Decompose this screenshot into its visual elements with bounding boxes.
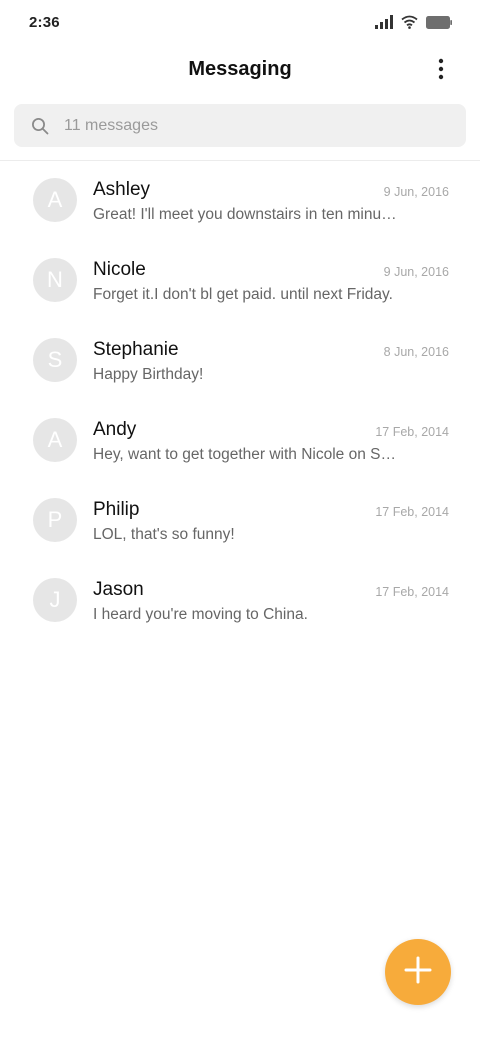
page-title: Messaging xyxy=(188,58,292,80)
plus-icon xyxy=(404,956,432,989)
contact-name: Ashley xyxy=(93,179,151,200)
conversation-item[interactable]: S Stephanie 8 Jun, 2016 Happy Birthday! xyxy=(0,320,480,400)
message-date: 9 Jun, 2016 xyxy=(383,265,449,279)
conversation-item[interactable]: A Ashley 9 Jun, 2016 Great! I'll meet yo… xyxy=(0,160,480,240)
conversation-item[interactable]: J Jason 17 Feb, 2014 I heard you're movi… xyxy=(0,560,480,640)
status-bar: 2:36 xyxy=(0,0,480,44)
message-date: 17 Feb, 2014 xyxy=(375,425,449,439)
conversation-list: A Ashley 9 Jun, 2016 Great! I'll meet yo… xyxy=(0,160,480,640)
message-date: 17 Feb, 2014 xyxy=(375,585,449,599)
status-icons xyxy=(375,15,452,29)
search-input[interactable] xyxy=(64,116,424,135)
signal-icon xyxy=(375,15,393,29)
avatar: J xyxy=(33,578,77,622)
contact-name: Stephanie xyxy=(93,339,179,360)
avatar: A xyxy=(33,418,77,462)
message-date: 17 Feb, 2014 xyxy=(375,505,449,519)
message-snippet: I heard you're moving to China. xyxy=(93,606,308,623)
battery-icon xyxy=(426,15,452,29)
message-snippet: Happy Birthday! xyxy=(93,366,204,383)
avatar: P xyxy=(33,498,77,542)
contact-name: Andy xyxy=(93,419,137,440)
search-bar[interactable] xyxy=(14,104,466,147)
message-snippet: Great! I'll meet you downstairs in ten m… xyxy=(93,206,397,223)
app-bar: Messaging xyxy=(0,44,480,98)
avatar: S xyxy=(33,338,77,382)
search-icon xyxy=(31,117,49,135)
message-snippet: LOL, that's so funny! xyxy=(93,526,235,543)
wifi-icon xyxy=(401,15,418,29)
message-snippet: Forget it.I don't bl get paid. until nex… xyxy=(93,286,393,303)
message-date: 8 Jun, 2016 xyxy=(383,345,449,359)
more-options-button[interactable] xyxy=(426,56,456,86)
status-time: 2:36 xyxy=(29,13,60,31)
more-vertical-icon xyxy=(438,58,444,85)
conversation-item[interactable]: A Andy 17 Feb, 2014 Hey, want to get tog… xyxy=(0,400,480,480)
contact-name: Nicole xyxy=(93,259,146,280)
contact-name: Philip xyxy=(93,499,140,520)
avatar: N xyxy=(33,258,77,302)
new-message-button[interactable] xyxy=(385,939,451,1005)
message-snippet: Hey, want to get together with Nicole on… xyxy=(93,446,397,463)
contact-name: Jason xyxy=(93,579,144,600)
messaging-screen: 2:36 Messaging 11 messages A Ashley 9 Ju… xyxy=(0,0,480,1040)
conversation-item[interactable]: N Nicole 9 Jun, 2016 Forget it.I don't b… xyxy=(0,240,480,320)
conversation-item[interactable]: P Philip 17 Feb, 2014 LOL, that's so fun… xyxy=(0,480,480,560)
message-date: 9 Jun, 2016 xyxy=(383,185,449,199)
avatar: A xyxy=(33,178,77,222)
